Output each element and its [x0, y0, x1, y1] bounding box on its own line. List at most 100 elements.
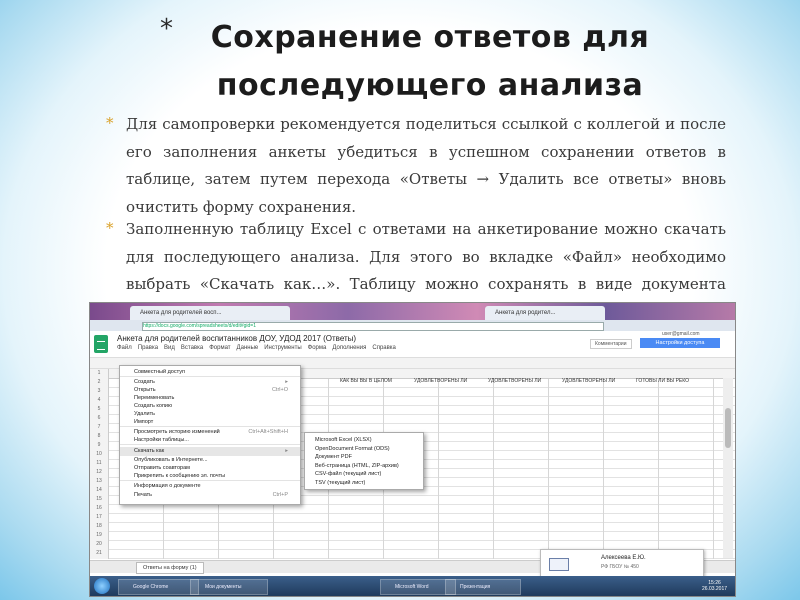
doc-header: Анкета для родителей воспитанников ДОУ, … [90, 331, 735, 358]
bullet-icon: * [106, 219, 114, 237]
file-menu-item-label: Прикрепить к сообщению эл. почты [134, 473, 226, 479]
row-number[interactable]: 5 [90, 405, 108, 414]
menu-item[interactable]: Файл [117, 345, 132, 351]
question-header-cell[interactable]: УДОВЛЕТВОРЕНЫ ЛИ [414, 378, 488, 384]
menu-item[interactable]: Форма [308, 345, 327, 351]
file-menu-item[interactable]: Прикрепить к сообщению эл. почты [134, 472, 294, 480]
menu-item[interactable]: Дополнения [332, 345, 366, 351]
row-number[interactable]: 20 [90, 540, 108, 549]
row-number[interactable]: 14 [90, 486, 108, 495]
doc-title[interactable]: Анкета для родителей воспитанников ДОУ, … [117, 334, 356, 343]
row-number[interactable]: 12 [90, 468, 108, 477]
question-header-cell[interactable]: ГОТОВЫ ЛИ ВЫ РЕКО [636, 378, 710, 384]
download-format-option[interactable]: TSV (текущий лист) [315, 479, 365, 487]
file-menu-item[interactable]: Импорт [134, 418, 294, 426]
windows-taskbar: 15:26 26.03.2017 Google Chrome Мои докуме… [90, 576, 735, 596]
download-format-option[interactable]: OpenDocument Format (ODS) [315, 445, 390, 453]
address-bar[interactable]: https://docs.google.com/spreadsheets/d/e… [142, 322, 604, 331]
file-menu-item[interactable]: Опубликовать в Интернете... [134, 456, 294, 464]
row-number[interactable]: 15 [90, 495, 108, 504]
title-line-1: Сохранение ответов для [210, 20, 650, 55]
file-menu-item-label: Совместный доступ [134, 369, 185, 375]
file-menu-shortcut: ▸ [285, 379, 288, 385]
file-menu-item-label: Создать [134, 379, 155, 385]
row-number[interactable]: 17 [90, 513, 108, 522]
file-menu-shortcut: ▸ [285, 448, 288, 454]
browser-tab[interactable]: Анкета для родител... [485, 306, 605, 320]
download-format-option[interactable]: Документ PDF [315, 453, 352, 461]
scrollbar-thumb[interactable] [725, 408, 731, 448]
taskbar-item[interactable]: Мои документы [190, 579, 268, 595]
notification-popup[interactable]: Алексеева Е.Ю. РФ ГБОУ № 450 [540, 549, 704, 579]
user-email[interactable]: user@gmail.com [662, 331, 700, 337]
browser-tab[interactable]: Анкета для родителей восп... [130, 306, 290, 320]
menu-separator [120, 480, 300, 481]
file-menu-item[interactable]: Совместный доступ [134, 368, 294, 376]
vertical-scrollbar[interactable] [723, 378, 733, 558]
start-button-icon[interactable] [94, 578, 110, 594]
taskbar-clock[interactable]: 15:26 26.03.2017 [702, 580, 727, 592]
row-number[interactable]: 18 [90, 522, 108, 531]
notification-sender: Алексеева Е.Ю. [601, 555, 646, 561]
row-number[interactable]: 2 [90, 378, 108, 387]
bullet-icon: * [106, 114, 114, 132]
row-number[interactable]: 3 [90, 387, 108, 396]
sheets-logo-icon[interactable] [94, 335, 108, 353]
row-number[interactable]: 10 [90, 450, 108, 459]
file-menu-item[interactable]: Переименовать [134, 394, 294, 402]
menu-item[interactable]: Формат [209, 345, 230, 351]
row-number[interactable]: 8 [90, 432, 108, 441]
row-number[interactable]: 11 [90, 459, 108, 468]
file-menu-item-label: Открыть [134, 387, 156, 393]
file-menu-item[interactable]: Удалить [134, 410, 294, 418]
question-header-cell[interactable]: КАК ВЫ ВЫ В ЦЕЛОМ [340, 378, 414, 384]
menu-item[interactable]: Правка [138, 345, 158, 351]
download-format-option[interactable]: Веб-страница (HTML, ZIP-архив) [315, 462, 399, 470]
menu-item[interactable]: Вид [164, 345, 175, 351]
embedded-screenshot: Анкета для родителей восп... Анкета для … [89, 302, 736, 597]
row-number[interactable]: 6 [90, 414, 108, 423]
file-menu-item[interactable]: Просмотреть историю изменений Ctrl+Alt+Sh… [134, 428, 294, 436]
row-number[interactable]: 16 [90, 504, 108, 513]
file-menu-item[interactable]: Настройки таблицы... [134, 436, 294, 444]
file-menu-item[interactable]: Создать копию [134, 402, 294, 410]
question-header-cell[interactable]: УДОВЛЕТВОРЕНЫ ЛИ [488, 378, 562, 384]
row-number[interactable]: 7 [90, 423, 108, 432]
file-menu-item[interactable]: Печать Ctrl+P [134, 491, 294, 499]
sheet-tab-responses[interactable]: Ответы на форму (1) [136, 562, 204, 574]
file-menu-item-label: Скачать как [134, 448, 165, 454]
download-format-option[interactable]: Microsoft Excel (XLSX) [315, 436, 372, 444]
paragraph-1-text: Для самопроверки рекомендуется поделитьс… [126, 115, 726, 216]
file-menu-shortcut: Ctrl+O [271, 387, 288, 393]
file-menu-item[interactable]: Создать ▸ [134, 378, 294, 386]
menu-item[interactable]: Данные [237, 345, 259, 351]
menu-item[interactable]: Справка [372, 345, 396, 351]
file-menu-item[interactable]: Информация о документе [134, 482, 294, 490]
taskbar-item[interactable]: Google Chrome [118, 579, 199, 595]
row-number[interactable]: 21 [90, 549, 108, 558]
envelope-icon [549, 558, 569, 571]
row-number[interactable]: 19 [90, 531, 108, 540]
file-menu-item[interactable]: Скачать как ▸ [134, 447, 294, 455]
share-button[interactable]: Настройки доступа [640, 338, 720, 348]
row-number[interactable]: 1 [90, 369, 108, 378]
row-number[interactable]: 9 [90, 441, 108, 450]
menu-item[interactable]: Вставка [181, 345, 203, 351]
file-menu-item-label: Переименовать [134, 395, 175, 401]
file-menu-item[interactable]: Открыть Ctrl+O [134, 386, 294, 394]
taskbar-item[interactable]: Презентация [445, 579, 521, 595]
title-line-2: последующего анализа [216, 68, 644, 103]
comments-button[interactable]: Комментарии [590, 339, 632, 349]
notification-subtitle: РФ ГБОУ № 450 [601, 564, 639, 570]
menu-item[interactable]: Инструменты [264, 345, 301, 351]
file-menu-item-label: Печать [134, 492, 153, 498]
file-menu-item[interactable]: Отправить соавторам [134, 464, 294, 472]
row-number[interactable]: 13 [90, 477, 108, 486]
download-format-option[interactable]: CSV-файл (текущий лист) [315, 470, 381, 478]
file-menu-item-label: Создать копию [134, 403, 173, 409]
file-menu-shortcut: Ctrl+P [272, 492, 288, 498]
row-number[interactable]: 4 [90, 396, 108, 405]
question-header-cell[interactable]: УДОВЛЕТВОРЕНЫ ЛИ [562, 378, 636, 384]
row-numbers: 1 2 3 4 5 6 7 8 9 10 11 12 13 14 15 16 17 18 19 20 21 [90, 369, 109, 559]
file-menu-item-label: Удалить [134, 411, 155, 417]
